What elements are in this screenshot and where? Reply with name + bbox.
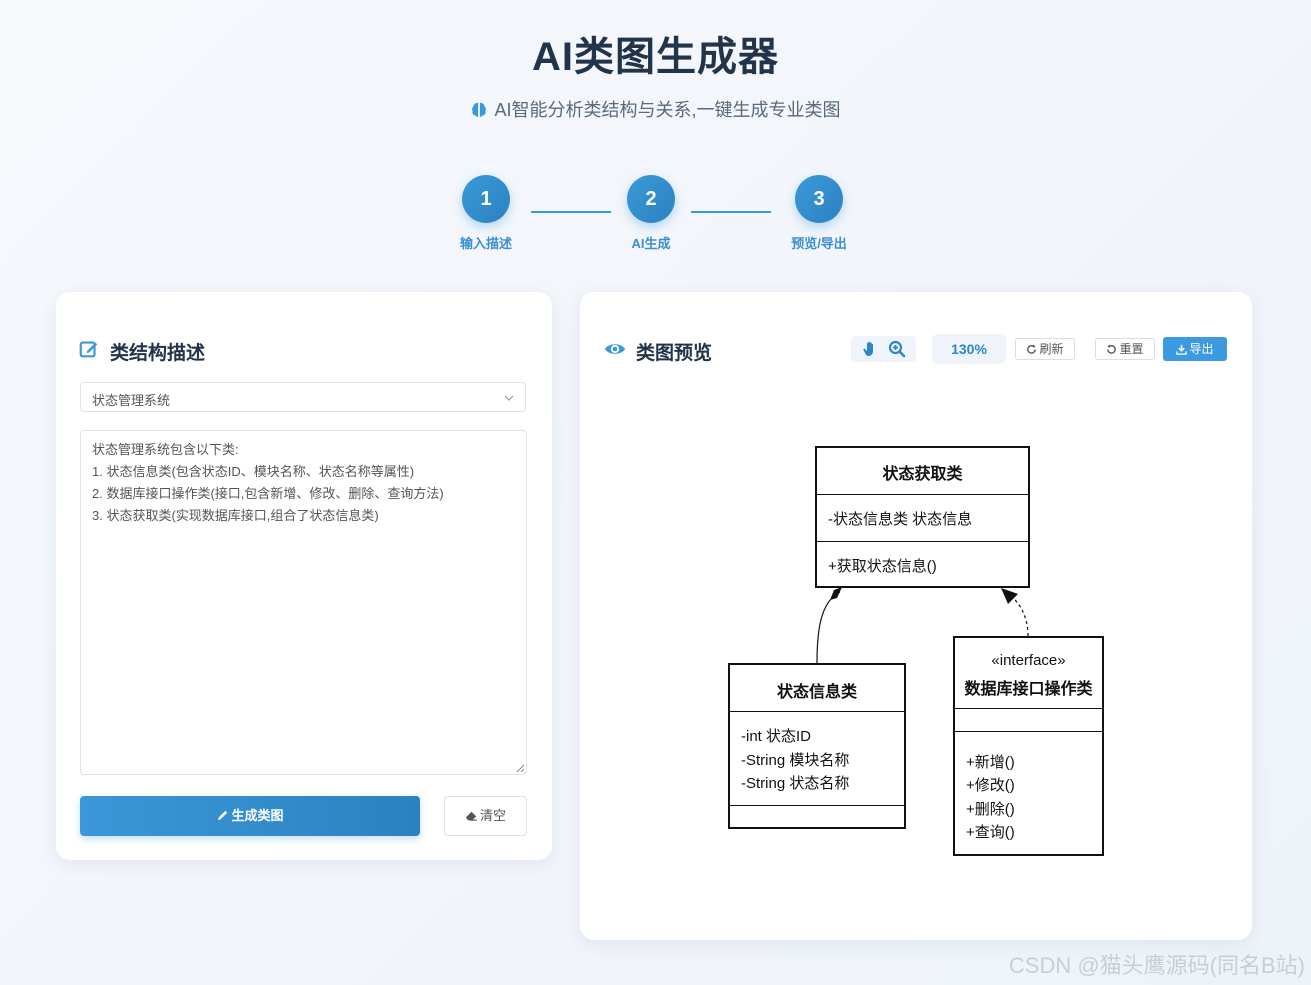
uml-method: +新增() bbox=[966, 754, 1015, 771]
realization-arrowhead bbox=[1001, 588, 1018, 604]
uml-attribute: -int 状态ID bbox=[741, 728, 812, 745]
uml-separator bbox=[730, 711, 904, 712]
page-title: AI类图生成器 bbox=[532, 35, 779, 79]
subtitle-text: AI智能分析类结构与关系,一键生成专业类图 bbox=[494, 100, 841, 120]
uml-separator bbox=[817, 494, 1028, 495]
uml-attribute: -String 模块名称 bbox=[741, 752, 850, 769]
edit-icon bbox=[79, 341, 98, 358]
step-1-circle: 1 bbox=[462, 175, 510, 223]
composition-line bbox=[816, 591, 841, 664]
textarea-line-1: 状态管理系统包含以下类: bbox=[92, 442, 239, 457]
uml-attribute: -String 状态名称 bbox=[741, 775, 850, 792]
uml-method: +获取状态信息() bbox=[828, 558, 937, 575]
uml-method: +删除() bbox=[966, 801, 1015, 818]
uml-class-db-interface[interactable]: «interface» 数据库接口操作类 +新增() +修改() +删除() +… bbox=[953, 636, 1104, 856]
relationship-lines bbox=[816, 587, 1029, 664]
description-panel-title: 类结构描述 bbox=[110, 343, 206, 364]
step-1-label: 输入描述 bbox=[459, 236, 512, 251]
uml-class-name: 数据库接口操作类 bbox=[964, 681, 1093, 698]
uml-class-name: 状态信息类 bbox=[776, 684, 857, 701]
step-3-label: 预览/导出 bbox=[791, 236, 847, 251]
watermark: CSDN @猫头鹰源码(同名B站) bbox=[1008, 953, 1305, 978]
step-connector-2 bbox=[691, 211, 771, 213]
uml-separator bbox=[955, 708, 1102, 709]
composition-diamond bbox=[830, 587, 842, 600]
page-subtitle: AI智能分析类结构与关系,一键生成专业类图 bbox=[0, 96, 1311, 122]
clear-button[interactable]: 清空 bbox=[444, 796, 527, 836]
uml-class-name: 状态获取类 bbox=[882, 466, 963, 483]
brain-icon bbox=[472, 102, 487, 117]
eraser-icon bbox=[465, 811, 478, 821]
uml-stereotype: «interface» bbox=[991, 652, 1066, 669]
uml-class-state-getter[interactable]: 状态获取类 -状态信息类 状态信息 +获取状态信息() bbox=[815, 446, 1030, 588]
uml-method: +查询() bbox=[966, 824, 1015, 841]
template-select-value: 状态管理系统 bbox=[92, 393, 171, 408]
uml-separator bbox=[730, 805, 904, 806]
generate-diagram-label: 生成类图 bbox=[231, 808, 284, 823]
resize-handle-icon[interactable] bbox=[516, 764, 525, 773]
uml-separator bbox=[955, 731, 1102, 732]
textarea-line-3: 2. 数据库接口操作类(接口,包含新增、修改、删除、查询方法) bbox=[92, 486, 444, 501]
uml-separator bbox=[817, 541, 1028, 542]
generate-diagram-button[interactable]: 生成类图 bbox=[80, 796, 420, 836]
uml-method: +修改() bbox=[966, 777, 1015, 794]
realization-line bbox=[1011, 596, 1029, 637]
description-textarea[interactable]: 状态管理系统包含以下类: 1. 状态信息类(包含状态ID、模块名称、状态名称等属… bbox=[80, 430, 527, 775]
uml-class-state-info[interactable]: 状态信息类 -int 状态ID -String 模块名称 -String 状态名… bbox=[728, 663, 906, 829]
pencil-icon bbox=[218, 810, 228, 821]
uml-attribute: -状态信息类 状态信息 bbox=[828, 511, 973, 528]
step-connector-1 bbox=[531, 211, 611, 213]
chevron-down-icon bbox=[504, 395, 514, 401]
clear-label: 清空 bbox=[479, 808, 506, 823]
textarea-line-2: 1. 状态信息类(包含状态ID、模块名称、状态名称等属性) bbox=[92, 464, 415, 479]
textarea-line-4: 3. 状态获取类(实现数据库接口,组合了状态信息类) bbox=[92, 508, 379, 523]
step-3-circle: 3 bbox=[795, 175, 843, 223]
template-select[interactable]: 状态管理系统 bbox=[80, 382, 526, 412]
step-2-label: AI生成 bbox=[631, 236, 671, 251]
step-2-circle: 2 bbox=[627, 175, 675, 223]
